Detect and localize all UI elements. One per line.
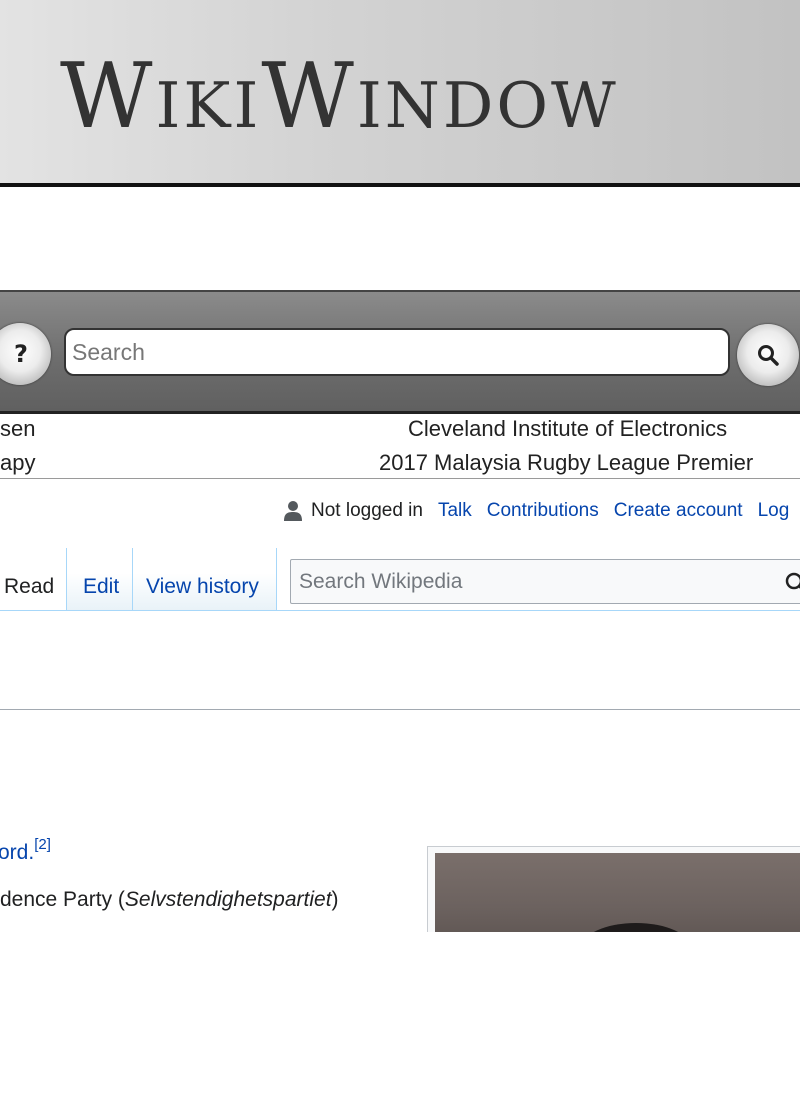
party-text-close: ) <box>331 888 339 911</box>
random-link-right-2[interactable]: 2017 Malaysia Rugby League Premier <box>379 450 753 476</box>
wikipedia-search-box <box>290 559 800 604</box>
links-divider <box>0 478 800 479</box>
tab-read[interactable]: Read <box>0 548 67 611</box>
site-banner: WikiWindow <box>0 0 800 187</box>
tab-view-history[interactable]: View history <box>132 548 277 611</box>
heading-divider <box>0 709 800 710</box>
search-input[interactable] <box>64 328 730 376</box>
login-link[interactable]: Log <box>758 500 790 522</box>
site-logo[interactable]: WikiWindow <box>60 52 619 142</box>
search-icon <box>758 345 779 366</box>
login-status: Not logged in <box>311 500 423 521</box>
help-icon: ? <box>14 340 28 368</box>
infobox-image-frame <box>427 846 800 936</box>
random-link-right-1[interactable]: Cleveland Institute of Electronics <box>408 416 727 442</box>
article-line-2: dence Party (Selvstendighetspartiet) <box>0 888 339 912</box>
talk-link[interactable]: Talk <box>438 500 472 522</box>
user-icon <box>284 501 302 521</box>
wikiwindow-search-bar: ? <box>0 290 800 414</box>
tabs-baseline <box>0 610 800 611</box>
party-native-name: Selvstendighetspartiet <box>124 888 332 911</box>
tab-edit[interactable]: Edit <box>66 548 133 611</box>
reference-2[interactable]: [2] <box>34 836 51 853</box>
random-link-left-2[interactable]: apy <box>0 450 35 476</box>
article-line-1: ord.[2] <box>0 836 51 865</box>
search-icon[interactable] <box>783 570 800 594</box>
wikipedia-search-input[interactable] <box>299 560 769 603</box>
create-account-link[interactable]: Create account <box>614 500 743 522</box>
search-button[interactable] <box>737 324 799 386</box>
personal-tools: Not logged in Talk Contributions Create … <box>283 498 800 524</box>
random-link-left-1[interactable]: sen <box>0 416 35 442</box>
help-button[interactable]: ? <box>0 323 51 385</box>
page-blank-area <box>0 932 800 1100</box>
party-text: dence Party ( <box>0 888 125 911</box>
article-link[interactable]: ord. <box>0 841 34 864</box>
portrait-image[interactable] <box>435 853 800 935</box>
contributions-link[interactable]: Contributions <box>487 500 599 522</box>
